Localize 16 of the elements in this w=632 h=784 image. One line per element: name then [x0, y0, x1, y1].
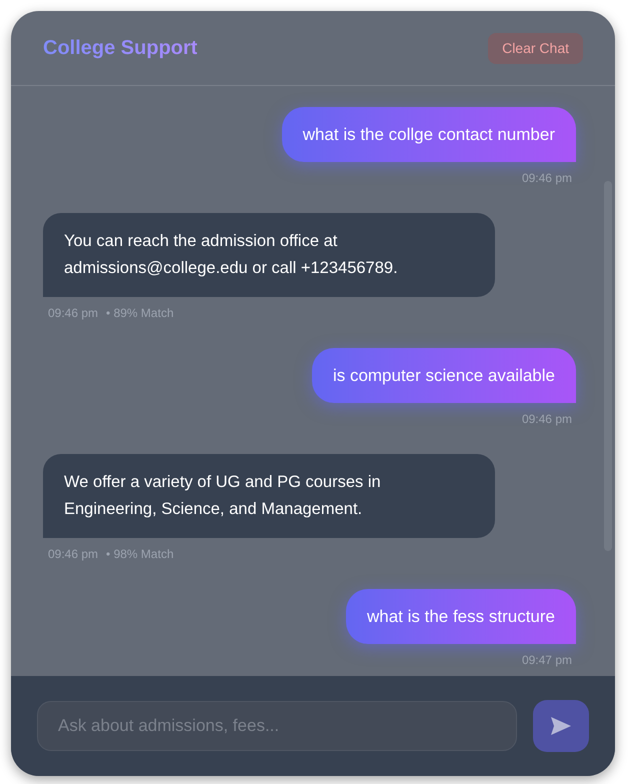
send-icon	[550, 716, 572, 736]
bot-message-bubble: We offer a variety of UG and PG courses in Engineering, Science, and Management.	[43, 454, 495, 538]
message-input[interactable]: Ask about admissions, fees...	[37, 701, 517, 751]
bot-message-bubble: You can reach the admission office at admissions@college.edu or call +123456789.	[43, 213, 495, 297]
message-time: 09:46 pm	[48, 305, 98, 322]
message-time: 09:46 pm	[522, 411, 572, 428]
message-time: 09:46 pm	[48, 546, 98, 563]
message-time: 09:46 pm	[522, 170, 572, 187]
user-message-bubble: what is the collge contact number	[282, 107, 576, 162]
message-time: 09:47 pm	[522, 652, 572, 669]
clear-chat-button[interactable]: Clear Chat	[488, 32, 583, 64]
user-message-bubble: is computer science available	[312, 348, 576, 403]
match-score: • 98% Match	[106, 546, 174, 563]
user-message-bubble: what is the fess structure	[346, 589, 576, 644]
send-button[interactable]	[533, 700, 589, 752]
match-score: • 89% Match	[106, 305, 174, 322]
